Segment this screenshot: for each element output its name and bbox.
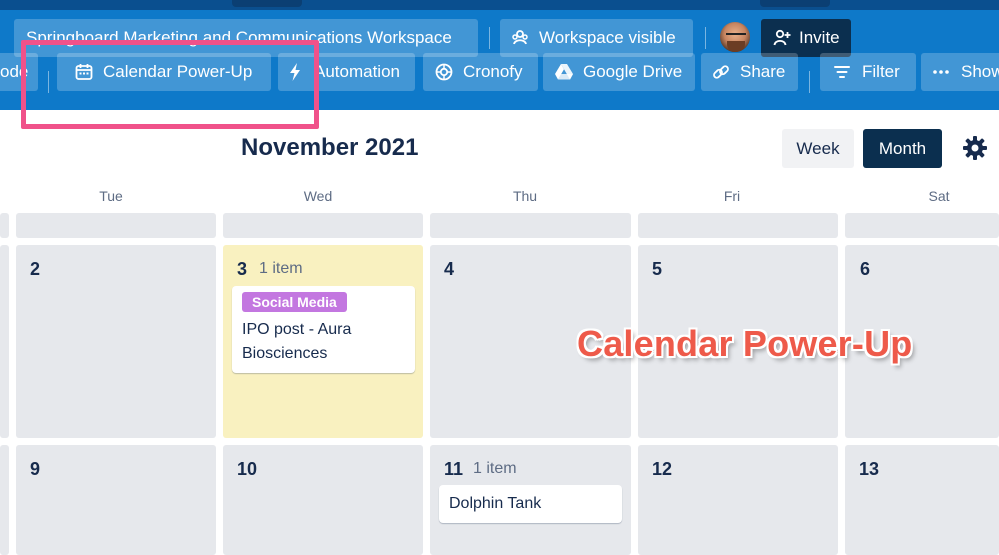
day-number: 6 xyxy=(860,259,871,279)
power-up-cut-label: ode xyxy=(0,62,29,81)
share-label: Share xyxy=(740,62,786,81)
month-view-button[interactable]: Month xyxy=(863,129,942,168)
gear-icon[interactable] xyxy=(962,135,988,161)
separator xyxy=(489,27,490,49)
calendar-card[interactable]: Social Media IPO post - Aura Biosciences xyxy=(232,286,415,373)
day-number: 2 xyxy=(30,259,41,279)
card-title: Dolphin Tank xyxy=(449,495,542,512)
annotation-text: Calendar Power-Up xyxy=(577,323,913,364)
calendar-power-up-button[interactable]: Calendar Power-Up xyxy=(57,53,271,91)
invite-label: Invite xyxy=(799,28,840,47)
lightning-icon xyxy=(288,63,302,81)
item-count: 1 item xyxy=(473,460,517,477)
weekday-sat: Sat xyxy=(928,188,950,204)
workspace-name-button[interactable]: Springboard Marketing and Communications… xyxy=(14,19,478,57)
day-cell[interactable]: 11 1 item Dolphin Tank xyxy=(430,445,631,555)
weekday-tue: Tue xyxy=(99,188,123,204)
day-number: 12 xyxy=(652,459,673,479)
power-up-button-cut[interactable]: ode xyxy=(0,53,38,91)
day-cell[interactable]: 10 xyxy=(223,445,423,555)
google-drive-icon xyxy=(555,64,573,80)
item-count: 1 item xyxy=(259,260,303,277)
month-title: November 2021 xyxy=(241,134,419,161)
day-number: 10 xyxy=(237,459,258,479)
google-drive-button[interactable]: Google Drive xyxy=(543,53,695,91)
share-button[interactable]: Share xyxy=(701,53,798,91)
day-cell[interactable]: 2 xyxy=(16,245,216,438)
more-icon xyxy=(933,70,949,74)
card-title-line: Biosciences xyxy=(242,345,328,362)
calendar-power-up-label: Calendar Power-Up xyxy=(103,62,253,81)
avatar-glasses xyxy=(726,33,746,38)
workspace-visible-label: Workspace visible xyxy=(539,28,676,47)
automation-button[interactable]: Automation xyxy=(278,53,415,91)
label-badge: Social Media xyxy=(242,292,347,312)
day-cell-partial xyxy=(430,213,631,238)
day-number: 5 xyxy=(652,259,663,279)
google-drive-label: Google Drive xyxy=(583,62,683,81)
link-icon xyxy=(712,63,730,81)
day-cell-partial xyxy=(845,213,999,238)
weekday-thu: Thu xyxy=(512,188,538,204)
day-cell-mon[interactable] xyxy=(0,445,9,555)
avatar[interactable] xyxy=(718,20,752,54)
day-cell[interactable]: 9 xyxy=(16,445,216,555)
week-view-button[interactable]: Week xyxy=(782,129,854,168)
add-user-icon xyxy=(773,29,791,47)
day-cell-mon[interactable] xyxy=(0,245,9,438)
top-strip xyxy=(0,0,999,10)
separator xyxy=(705,27,706,49)
day-number: 13 xyxy=(859,459,880,479)
separator xyxy=(809,71,810,93)
separator xyxy=(48,71,49,93)
avatar-beard xyxy=(727,41,745,52)
weekday-wed: Wed xyxy=(303,188,333,204)
day-number: 4 xyxy=(444,259,455,279)
workspace-name: Springboard Marketing and Communications… xyxy=(26,28,452,47)
filter-icon xyxy=(834,65,850,79)
day-cell-partial xyxy=(16,213,216,238)
cronofy-button[interactable]: Cronofy xyxy=(423,53,538,91)
filter-button[interactable]: Filter xyxy=(820,53,916,91)
day-number: 3 xyxy=(237,259,248,279)
show-menu-label: Show xyxy=(961,62,999,81)
filter-label: Filter xyxy=(862,62,900,81)
day-number: 9 xyxy=(30,459,41,479)
day-cell-partial xyxy=(0,213,9,238)
card-title-line: IPO post - Aura xyxy=(242,321,352,338)
day-number: 11 xyxy=(444,459,464,479)
day-cell-partial xyxy=(638,213,838,238)
top-strip-tab xyxy=(232,0,302,7)
people-icon xyxy=(511,29,529,47)
day-cell[interactable]: 12 xyxy=(638,445,838,555)
cronofy-icon xyxy=(435,63,453,81)
workspace-visible-button[interactable]: Workspace visible xyxy=(500,19,693,57)
automation-label: Automation xyxy=(314,62,400,81)
top-strip-tab xyxy=(760,0,830,7)
show-menu-button[interactable]: Show xyxy=(921,53,999,91)
day-cell-partial xyxy=(223,213,423,238)
day-cell-today[interactable]: 3 1 item Social Media IPO post - Aura Bi… xyxy=(223,245,423,438)
calendar-card[interactable]: Dolphin Tank xyxy=(439,485,622,523)
calendar-icon xyxy=(75,63,93,81)
cronofy-label: Cronofy xyxy=(463,62,523,81)
weekday-fri: Fri xyxy=(723,188,741,204)
day-cell[interactable]: 13 xyxy=(845,445,999,555)
invite-button[interactable]: Invite xyxy=(761,19,851,57)
